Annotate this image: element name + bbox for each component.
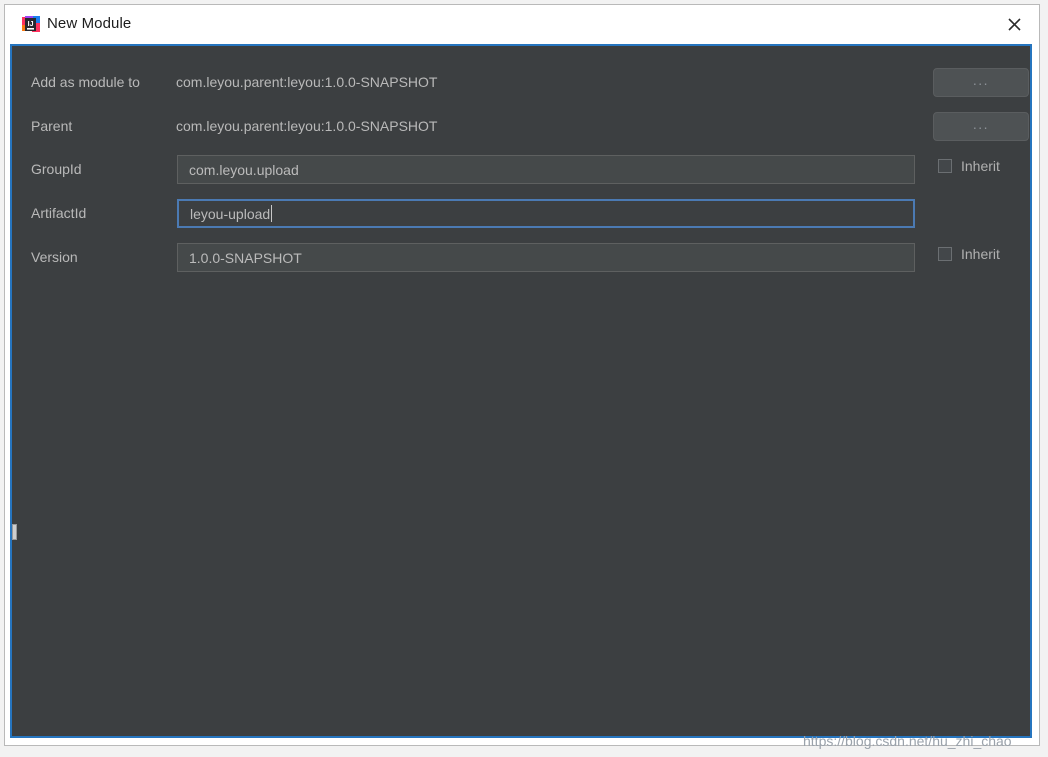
- inherit-version-group[interactable]: Inherit: [938, 246, 1000, 262]
- inherit-groupid-group[interactable]: Inherit: [938, 158, 1000, 174]
- dialog-content-panel: Add as module to com.leyou.parent:leyou:…: [10, 44, 1032, 738]
- version-input[interactable]: 1.0.0-SNAPSHOT: [177, 243, 915, 272]
- inherit-groupid-label: Inherit: [961, 158, 1000, 174]
- window-resize-nub: [12, 524, 17, 540]
- label-add-as-module-to: Add as module to: [31, 74, 140, 90]
- close-icon[interactable]: [997, 11, 1031, 37]
- watermark-text: https://blog.csdn.net/hu_zhi_chao: [803, 733, 1012, 749]
- label-groupid: GroupId: [31, 161, 82, 177]
- version-input-value: 1.0.0-SNAPSHOT: [189, 249, 302, 266]
- svg-text:IJ: IJ: [28, 21, 34, 28]
- inherit-groupid-checkbox[interactable]: [938, 159, 952, 173]
- dialog-titlebar: IJ New Module: [5, 5, 1039, 44]
- value-add-as-module-to: com.leyou.parent:leyou:1.0.0-SNAPSHOT: [176, 74, 438, 90]
- form-row-artifactid: ArtifactId leyou-upload: [12, 198, 1030, 232]
- artifactid-input-value: leyou-upload: [190, 205, 271, 222]
- form-row-parent: Parent com.leyou.parent:leyou:1.0.0-SNAP…: [12, 111, 1030, 145]
- value-parent: com.leyou.parent:leyou:1.0.0-SNAPSHOT: [176, 118, 438, 134]
- browse-button-add-as-module-to[interactable]: ...: [933, 68, 1029, 97]
- new-module-dialog-window: IJ New Module Add as module to com.leyou…: [4, 4, 1040, 749]
- inherit-version-label: Inherit: [961, 246, 1000, 262]
- intellij-idea-icon: IJ: [22, 16, 40, 34]
- label-artifactid: ArtifactId: [31, 205, 87, 221]
- browse-button-parent[interactable]: ...: [933, 112, 1029, 141]
- text-caret: [271, 205, 273, 222]
- label-version: Version: [31, 249, 78, 265]
- artifactid-input[interactable]: leyou-upload: [177, 199, 915, 228]
- groupid-input[interactable]: com.leyou.upload: [177, 155, 915, 184]
- groupid-input-value: com.leyou.upload: [189, 161, 299, 178]
- label-parent: Parent: [31, 118, 73, 134]
- inherit-version-checkbox[interactable]: [938, 247, 952, 261]
- dialog-title: New Module: [47, 15, 132, 32]
- form-row-groupid: GroupId com.leyou.upload Inherit: [12, 154, 1030, 188]
- form-row-add-as-module-to: Add as module to com.leyou.parent:leyou:…: [12, 67, 1030, 101]
- form-row-version: Version 1.0.0-SNAPSHOT Inherit: [12, 242, 1030, 276]
